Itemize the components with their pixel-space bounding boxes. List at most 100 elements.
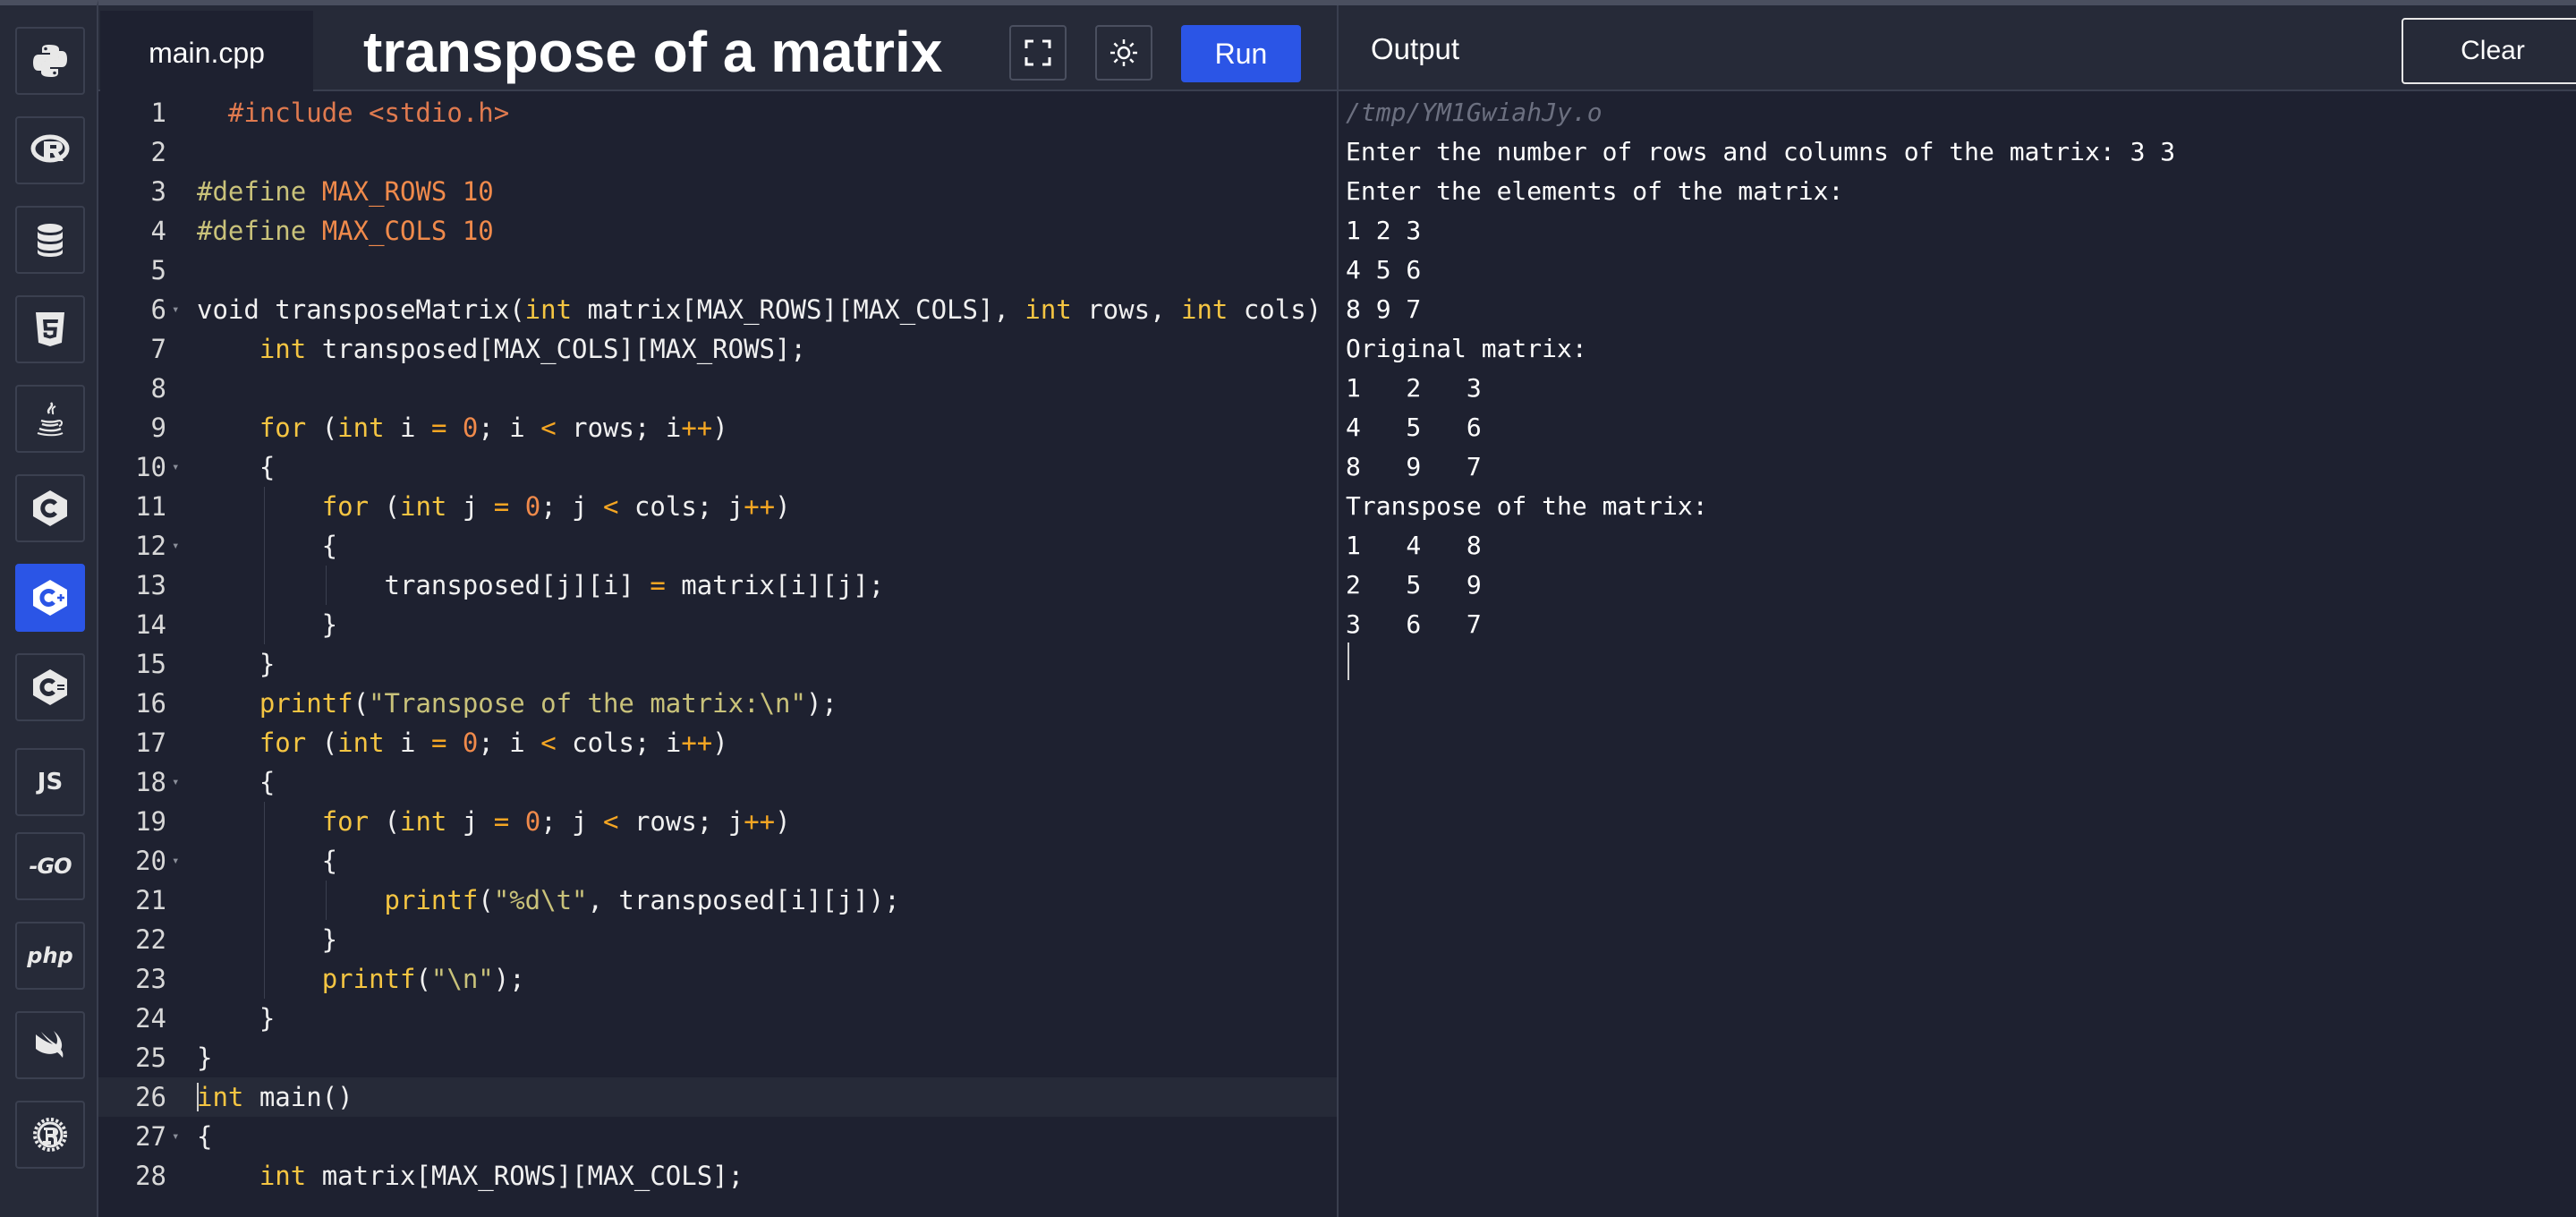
output-line: 1 2 3 bbox=[1346, 216, 1422, 245]
theme-toggle-button[interactable] bbox=[1095, 25, 1152, 81]
fold-toggle-icon[interactable]: ▾ bbox=[172, 290, 179, 329]
code-text: printf("\n"); bbox=[321, 964, 525, 994]
fold-toggle-icon[interactable]: ▾ bbox=[172, 762, 179, 802]
code-line[interactable]: 14 } bbox=[98, 605, 1337, 644]
fold-toggle-icon[interactable]: ▾ bbox=[172, 447, 179, 487]
javascript-button[interactable]: JS bbox=[15, 748, 85, 816]
line-number: 10 bbox=[135, 452, 166, 482]
output-panel[interactable]: /tmp/YM1GwiahJy.o Enter the number of ro… bbox=[1339, 91, 2576, 1217]
output-line: Original matrix: bbox=[1346, 334, 1587, 363]
code-text: #define MAX_COLS 10 bbox=[197, 216, 494, 246]
rust-button[interactable] bbox=[15, 1101, 85, 1169]
sql-button[interactable] bbox=[15, 206, 85, 274]
code-line[interactable]: 1 #include <stdio.h> bbox=[98, 93, 1337, 132]
line-number: 6 bbox=[150, 294, 166, 325]
line-number: 16 bbox=[135, 688, 166, 719]
code-text: #define MAX_ROWS 10 bbox=[197, 176, 494, 207]
fullscreen-button[interactable] bbox=[1009, 25, 1067, 81]
swift-icon bbox=[36, 1031, 64, 1058]
go-button[interactable]: -GO bbox=[15, 832, 85, 900]
line-number: 15 bbox=[135, 649, 166, 679]
code-text: { bbox=[197, 531, 338, 561]
code-line[interactable]: 21 printf("%d\t", transposed[i][j]); bbox=[98, 881, 1337, 920]
language-sidebar: JS -GO php bbox=[0, 0, 98, 1217]
r-icon bbox=[30, 134, 70, 163]
code-line[interactable]: 3 #define MAX_ROWS 10 bbox=[98, 172, 1337, 211]
output-cursor bbox=[1348, 643, 1349, 680]
html5-icon bbox=[36, 312, 64, 346]
code-line[interactable]: 13 transposed[j][i] = matrix[i][j]; bbox=[98, 566, 1337, 605]
line-number: 3 bbox=[150, 176, 166, 207]
cpp-button[interactable] bbox=[15, 564, 85, 632]
code-line[interactable]: 9 for (int i = 0; i < rows; i++) bbox=[98, 408, 1337, 447]
code-text: #include <stdio.h> bbox=[227, 98, 510, 128]
output-line: 8 9 7 bbox=[1346, 452, 1482, 481]
code-text: { bbox=[197, 846, 338, 876]
cpp-icon bbox=[33, 580, 67, 616]
code-editor[interactable]: 1 #include <stdio.h> 2 3 #define MAX_ROWS 1… bbox=[98, 91, 1339, 1217]
output-line: Enter the number of rows and columns of … bbox=[1346, 137, 2176, 166]
toolbar-divider bbox=[1337, 5, 1339, 97]
fold-toggle-icon[interactable]: ▾ bbox=[172, 526, 179, 566]
js-icon: JS bbox=[37, 769, 64, 796]
code-line[interactable]: 5 bbox=[98, 251, 1337, 290]
code-line[interactable]: 18 ▾ { bbox=[98, 762, 1337, 802]
clear-button[interactable]: Clear bbox=[2402, 18, 2576, 84]
fold-toggle-icon[interactable]: ▾ bbox=[172, 1117, 179, 1156]
output-line: 1 4 8 bbox=[1346, 531, 1482, 560]
csharp-button[interactable] bbox=[15, 653, 85, 721]
code-text: } bbox=[197, 609, 338, 640]
code-line[interactable]: 25} bbox=[98, 1038, 1337, 1077]
code-line[interactable]: 26 int main() bbox=[98, 1077, 1337, 1117]
code-line[interactable]: 7 int transposed[MAX_COLS][MAX_ROWS]; bbox=[98, 329, 1337, 369]
java-button[interactable] bbox=[15, 385, 85, 453]
run-button[interactable]: Run bbox=[1181, 25, 1301, 82]
line-number: 19 bbox=[135, 806, 166, 837]
code-line[interactable]: 28 int matrix[MAX_ROWS][MAX_COLS]; bbox=[98, 1156, 1337, 1196]
code-line[interactable]: 19 for (int j = 0; j < rows; j++) bbox=[98, 802, 1337, 841]
page-title: transpose of a matrix bbox=[363, 20, 943, 84]
code-line[interactable]: 6 ▾ void transposeMatrix(int matrix[MAX_RO… bbox=[98, 290, 1339, 329]
code-line[interactable]: 23 printf("\n"); bbox=[98, 959, 1337, 999]
r-button[interactable] bbox=[15, 116, 85, 184]
output-path: /tmp/YM1GwiahJy.o bbox=[1346, 98, 1603, 127]
code-line[interactable]: 22 } bbox=[98, 920, 1337, 959]
file-tab-main-cpp[interactable]: main.cpp bbox=[100, 11, 313, 97]
code-line[interactable]: 15 } bbox=[98, 644, 1337, 684]
code-text: } bbox=[197, 1003, 276, 1034]
line-number: 24 bbox=[135, 1003, 166, 1034]
output-line: 8 9 7 bbox=[1346, 294, 1422, 324]
code-line[interactable]: 12 ▾ { bbox=[98, 526, 1337, 566]
code-line[interactable]: 27 ▾ { bbox=[98, 1117, 1337, 1156]
php-button[interactable]: php bbox=[15, 922, 85, 990]
line-number: 12 bbox=[135, 531, 166, 561]
fold-toggle-icon[interactable]: ▾ bbox=[172, 841, 179, 881]
swift-button[interactable] bbox=[15, 1011, 85, 1079]
code-text: { bbox=[197, 1121, 213, 1152]
text-cursor bbox=[197, 1083, 199, 1111]
html-button[interactable] bbox=[15, 295, 85, 363]
code-line[interactable]: 2 bbox=[98, 132, 1337, 172]
line-number: 5 bbox=[150, 255, 166, 285]
code-line[interactable]: 10 ▾ { bbox=[98, 447, 1337, 487]
code-line[interactable]: 16 printf("Transpose of the matrix:\n"); bbox=[98, 684, 1337, 723]
line-number: 9 bbox=[150, 413, 166, 443]
code-text: for (int i = 0; i < rows; i++) bbox=[259, 413, 728, 443]
code-line[interactable]: 24 } bbox=[98, 999, 1337, 1038]
code-line[interactable]: 20 ▾ { bbox=[98, 841, 1337, 881]
line-number: 7 bbox=[150, 334, 166, 364]
output-line: 4 5 6 bbox=[1346, 413, 1482, 442]
code-line[interactable]: 11 for (int j = 0; j < cols; j++) bbox=[98, 487, 1337, 526]
line-number: 13 bbox=[135, 570, 166, 600]
code-line[interactable]: 17 for (int i = 0; i < cols; i++) bbox=[98, 723, 1337, 762]
line-number: 21 bbox=[135, 885, 166, 915]
output-line: 3 6 7 bbox=[1346, 609, 1482, 639]
c-button[interactable] bbox=[15, 474, 85, 542]
code-line[interactable]: 4 #define MAX_COLS 10 bbox=[98, 211, 1337, 251]
code-text: } bbox=[197, 649, 276, 679]
python-button[interactable] bbox=[15, 27, 85, 95]
python-icon bbox=[33, 45, 67, 77]
line-number: 8 bbox=[150, 373, 166, 404]
code-line[interactable]: 8 bbox=[98, 369, 1337, 408]
php-icon: php bbox=[27, 943, 73, 968]
